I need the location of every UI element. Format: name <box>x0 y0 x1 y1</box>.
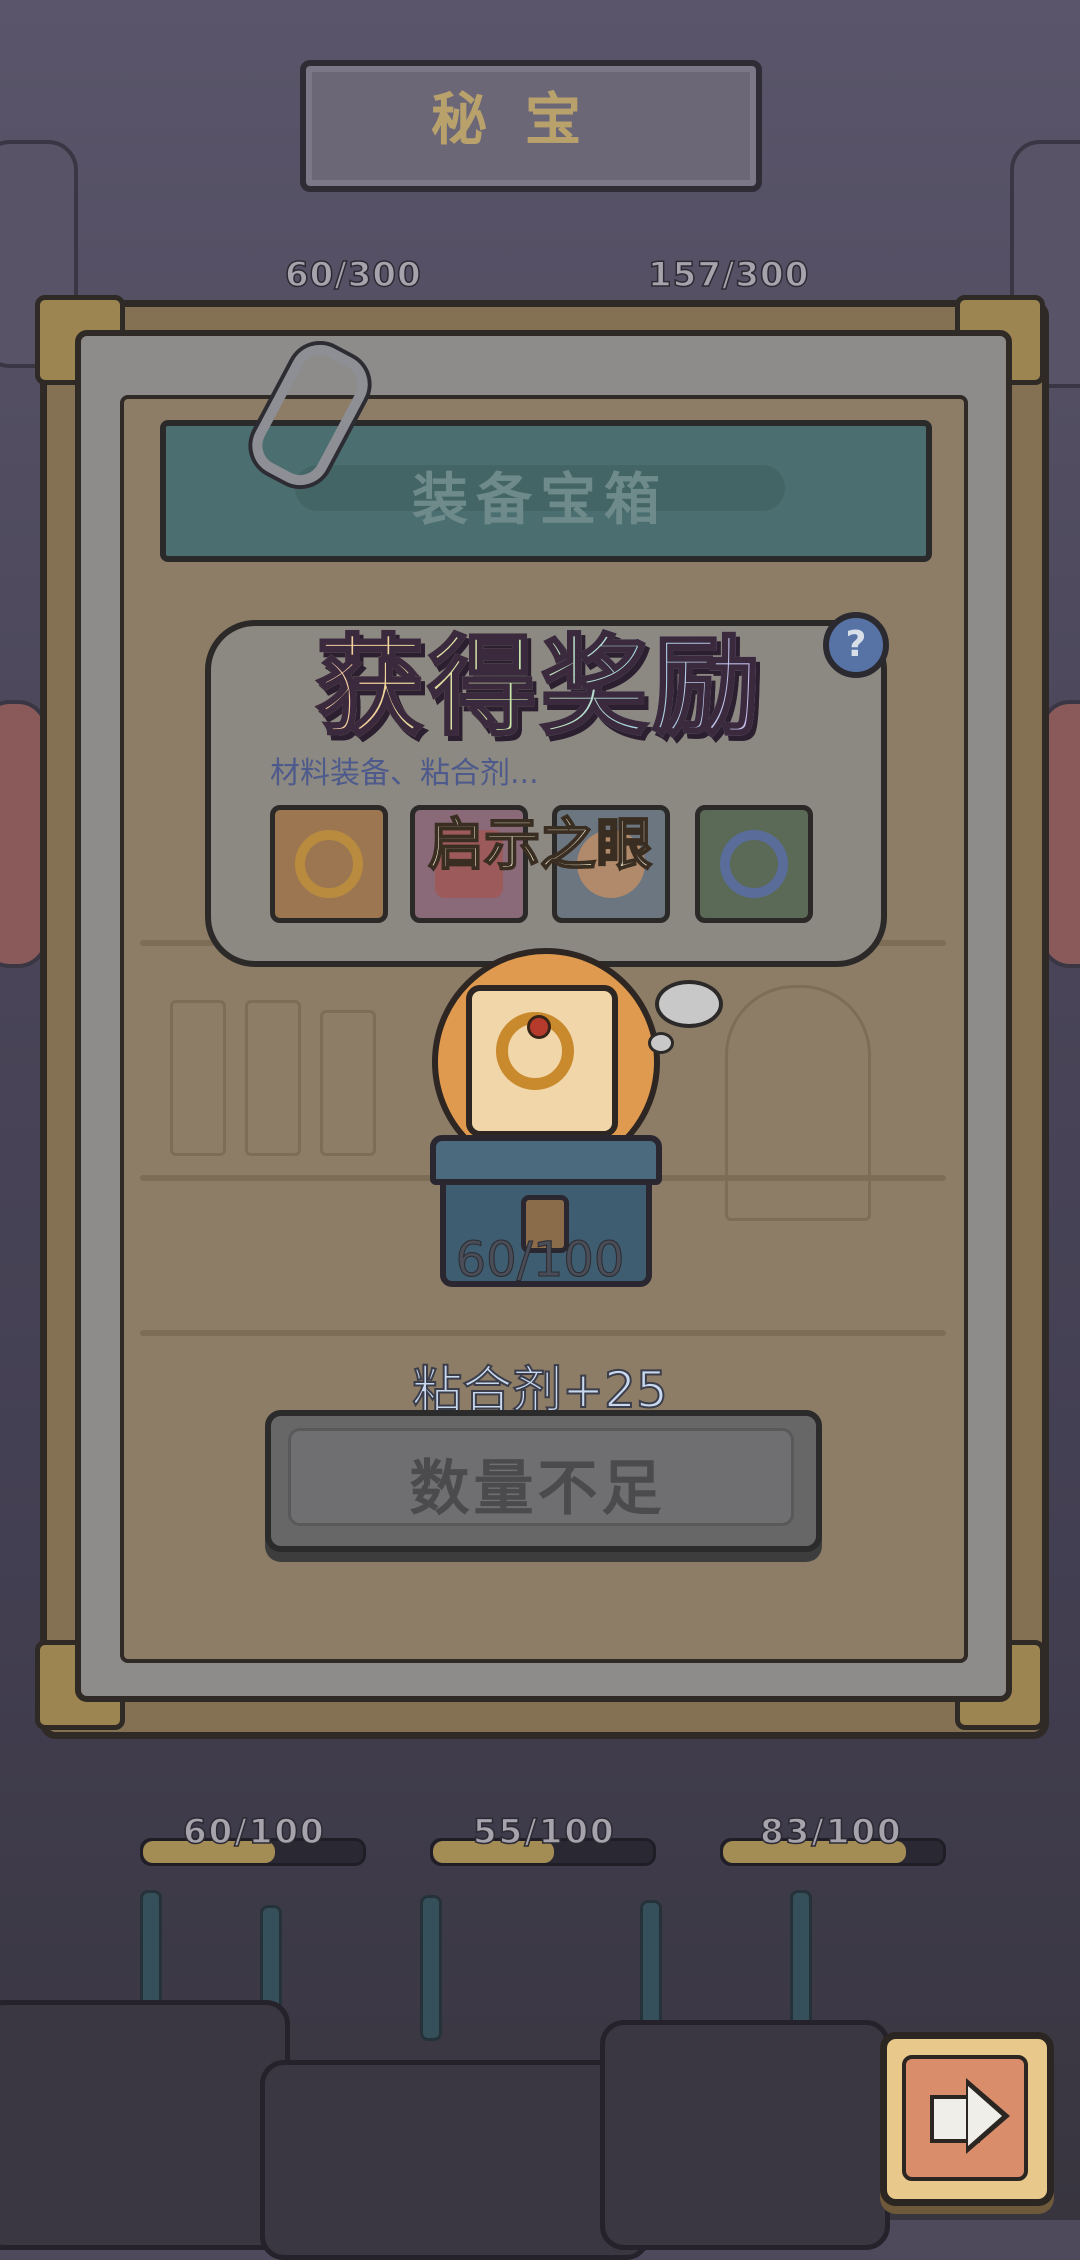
glyph-line <box>140 1330 946 1336</box>
progress-bar-label: 55/100 <box>472 1811 616 1853</box>
reward-heading: 获得奖励 <box>205 600 875 756</box>
seaweed-decor <box>420 1895 442 2041</box>
ring-gem <box>527 1015 551 1039</box>
seaweed-decor <box>640 1900 662 2036</box>
progress-bar-label: 83/100 <box>759 1811 903 1853</box>
reward-item-name: 启示之眼 <box>427 812 653 879</box>
glyph-figure <box>245 1000 301 1156</box>
chest-lid <box>430 1135 662 1185</box>
top-counter: 157/300 <box>647 254 810 296</box>
next-arrow-icon <box>968 2086 1002 2146</box>
thought-bubble <box>648 1032 674 1054</box>
chest-progress: 60/100 <box>455 1232 625 1289</box>
page-title: 秘宝 <box>431 88 619 153</box>
progress-bar-label: 60/100 <box>182 1811 326 1853</box>
top-counter: 60/300 <box>284 254 422 296</box>
glyph-figure <box>725 985 871 1221</box>
rock-decor <box>260 2060 650 2260</box>
rock-decor <box>0 2000 290 2250</box>
anchor-decor <box>600 2020 890 2250</box>
open-chest-button-label: 数量不足 <box>409 1454 666 1524</box>
seaweed-decor <box>790 1890 812 2036</box>
glyph-figure <box>320 1010 376 1156</box>
glyph-figure <box>170 1000 226 1156</box>
thought-bubble <box>655 980 723 1028</box>
